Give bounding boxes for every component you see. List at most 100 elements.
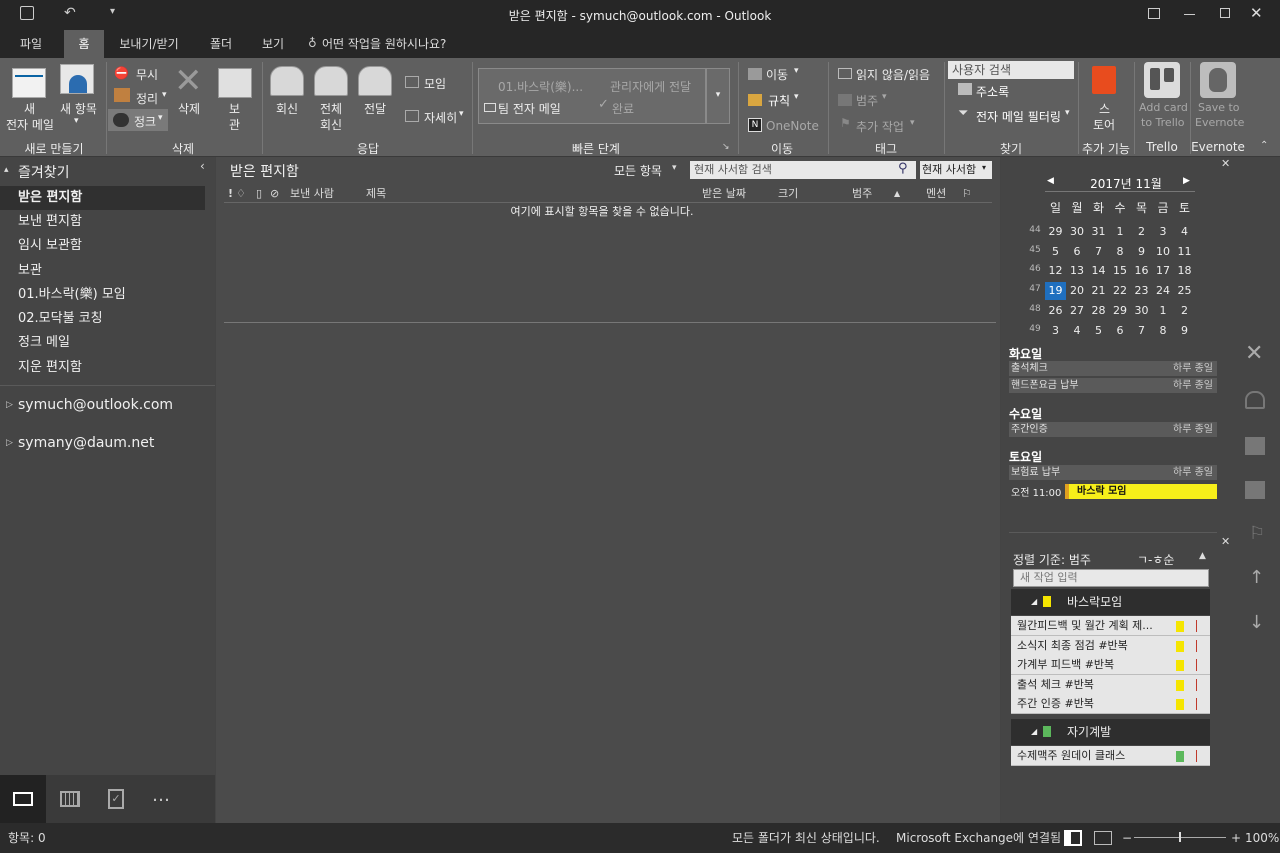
collapse-ribbon-icon[interactable]: ⌃ (1260, 140, 1268, 151)
calendar-day[interactable]: 14 (1088, 262, 1109, 280)
flag-column-icon[interactable]: ⚐ (962, 186, 972, 202)
archive-button-line2[interactable]: 관 (229, 116, 240, 133)
reply-icon[interactable] (270, 66, 304, 96)
filter-email-button[interactable]: 전자 메일 필터링 (976, 108, 1061, 125)
calendar-day[interactable]: 7 (1131, 322, 1152, 340)
calendar-day-today[interactable]: 19 (1045, 282, 1066, 301)
delete-x-icon[interactable]: ✕ (174, 64, 203, 98)
move-rail-icon[interactable] (1245, 437, 1265, 455)
calendar-day[interactable]: 28 (1088, 302, 1109, 320)
send-receive-icon[interactable] (20, 6, 34, 20)
nav-folder-archive[interactable]: 보관 (0, 259, 205, 283)
tab-file[interactable]: 파일 (8, 30, 54, 58)
calendar-day[interactable]: 8 (1153, 322, 1174, 340)
flag-icon[interactable] (1196, 750, 1202, 762)
followup-button[interactable]: 추가 작업 (856, 118, 904, 135)
add-card-trello-button-line2[interactable]: to Trello (1141, 116, 1185, 129)
minimize-icon[interactable] (1184, 14, 1195, 15)
addressbook-button[interactable]: 주소록 (976, 83, 1009, 100)
calendar-day[interactable]: 29 (1045, 223, 1066, 241)
new-items-icon[interactable] (60, 64, 94, 94)
calendar-day[interactable]: 10 (1153, 243, 1174, 261)
flag-rail-icon[interactable]: ⚐ (1249, 523, 1265, 544)
scope-chevron-icon[interactable]: ▾ (982, 163, 986, 172)
calendar-day[interactable]: 21 (1088, 282, 1109, 300)
calendar-day[interactable]: 29 (1110, 302, 1131, 320)
calendar-day[interactable]: 27 (1067, 302, 1088, 320)
quick-steps-more-button[interactable]: ▾ (706, 68, 730, 124)
reading-view-icon[interactable] (1094, 831, 1112, 845)
importance-column-icon[interactable]: ! (228, 186, 233, 202)
minimize-nav-icon[interactable]: ‹ (200, 159, 205, 173)
task-item[interactable]: 출석 체크 #반복 (1011, 674, 1210, 695)
tab-send-receive[interactable]: 보내기/받기 (110, 30, 188, 58)
calendar-day[interactable]: 2 (1131, 223, 1152, 241)
prev-month-icon[interactable]: ◀ (1047, 176, 1054, 186)
calendar-day[interactable]: 30 (1131, 302, 1152, 320)
rules-button[interactable]: 규칙 (768, 92, 790, 109)
new-items-dropdown-icon[interactable]: ▾ (74, 116, 79, 126)
up-arrow-icon[interactable]: ↑ (1249, 567, 1264, 588)
flag-icon[interactable] (1196, 678, 1202, 691)
nav-folder-basrak[interactable]: 01.바스락(樂) 모임 (0, 283, 205, 307)
tasks-sort-up-icon[interactable]: ▲ (1199, 551, 1206, 561)
mail-icon[interactable] (0, 775, 46, 823)
calendar-day[interactable]: 1 (1110, 223, 1131, 241)
column-received[interactable]: 받은 날짜 (702, 186, 746, 202)
add-card-trello-button[interactable]: Add card (1139, 101, 1188, 114)
meeting-button[interactable]: 모임 (424, 75, 446, 92)
calendar-day[interactable]: 22 (1110, 282, 1131, 300)
calendar-day[interactable]: 3 (1045, 322, 1066, 340)
customize-quick-access-icon[interactable]: ▾ (110, 6, 115, 17)
reply-rail-icon[interactable] (1245, 391, 1265, 409)
collapse-group-icon[interactable]: ◢ (1031, 589, 1037, 615)
move-button[interactable]: 이동 (766, 66, 788, 83)
calendar-day[interactable]: 7 (1088, 243, 1109, 261)
reply-all-button[interactable]: 전체 (320, 100, 342, 117)
nav-folder-modakbul[interactable]: 02.모닥불 코칭 (0, 307, 205, 331)
junk-button[interactable]: 정크 (134, 113, 156, 130)
new-task-input[interactable]: 새 작업 입력 (1013, 569, 1209, 587)
calendar-day[interactable]: 13 (1067, 262, 1088, 280)
save-to-evernote-button[interactable]: Save to (1198, 101, 1240, 114)
tab-view[interactable]: 보기 (250, 30, 296, 58)
expand-account-icon[interactable]: ▷ (6, 400, 13, 410)
column-subject[interactable]: 제목 (366, 186, 386, 202)
column-mention[interactable]: 멘션 (926, 186, 946, 202)
move-dropdown-icon[interactable]: ▾ (794, 66, 799, 76)
calendar-day[interactable]: 2 (1174, 302, 1195, 320)
nav-folder-sent[interactable]: 보낸 편지함 (0, 210, 205, 234)
calendar-day[interactable]: 5 (1045, 243, 1066, 261)
task-item[interactable]: 월간피드백 및 월간 계획 제... (1011, 616, 1210, 636)
normal-view-icon[interactable] (1064, 830, 1082, 846)
save-to-evernote-button-line2[interactable]: Evernote (1195, 116, 1244, 129)
close-icon[interactable]: ✕ (1250, 4, 1263, 22)
tell-me-box[interactable]: 어떤 작업을 원하시나요? (322, 30, 452, 58)
cleanup-dropdown-icon[interactable]: ▾ (162, 90, 167, 100)
ignore-button[interactable]: 무시 (136, 66, 158, 83)
archive-button[interactable]: 보 (229, 100, 240, 117)
nav-folder-inbox[interactable]: 받은 편지함 (0, 186, 205, 210)
calendar-day[interactable]: 6 (1067, 243, 1088, 261)
close-calendar-peek-icon[interactable]: ✕ (1221, 157, 1230, 170)
calendar-day[interactable]: 30 (1067, 223, 1088, 241)
calendar-day[interactable]: 16 (1131, 262, 1152, 280)
down-arrow-icon[interactable]: ↓ (1249, 612, 1264, 633)
connection-status[interactable]: Microsoft Exchange에 연결됨 (896, 823, 1061, 853)
unread-read-button[interactable]: 읽지 않음/읽음 (856, 66, 930, 83)
store-icon[interactable] (1092, 66, 1116, 94)
calendar-day[interactable]: 18 (1174, 262, 1195, 280)
tasks-icon[interactable]: ✓ (108, 789, 124, 809)
flag-icon[interactable] (1196, 620, 1202, 632)
tab-home[interactable]: 홈 (64, 30, 104, 58)
tasks-sort-order[interactable]: ㄱ-ㅎ순 (1137, 551, 1174, 568)
more-respond-dropdown-icon[interactable]: ▾ (459, 109, 464, 119)
calendar-day[interactable]: 5 (1088, 322, 1109, 340)
calendar-icon[interactable] (60, 791, 80, 807)
agenda-item[interactable]: 오전 11:00 바스락 모임 (1009, 484, 1217, 499)
cleanup-button[interactable]: 정리 (136, 90, 158, 107)
calendar-day[interactable]: 24 (1153, 282, 1174, 300)
expand-account-icon-2[interactable]: ▷ (6, 438, 13, 448)
trello-icon[interactable] (1144, 62, 1180, 98)
calendar-day[interactable]: 11 (1174, 243, 1195, 261)
